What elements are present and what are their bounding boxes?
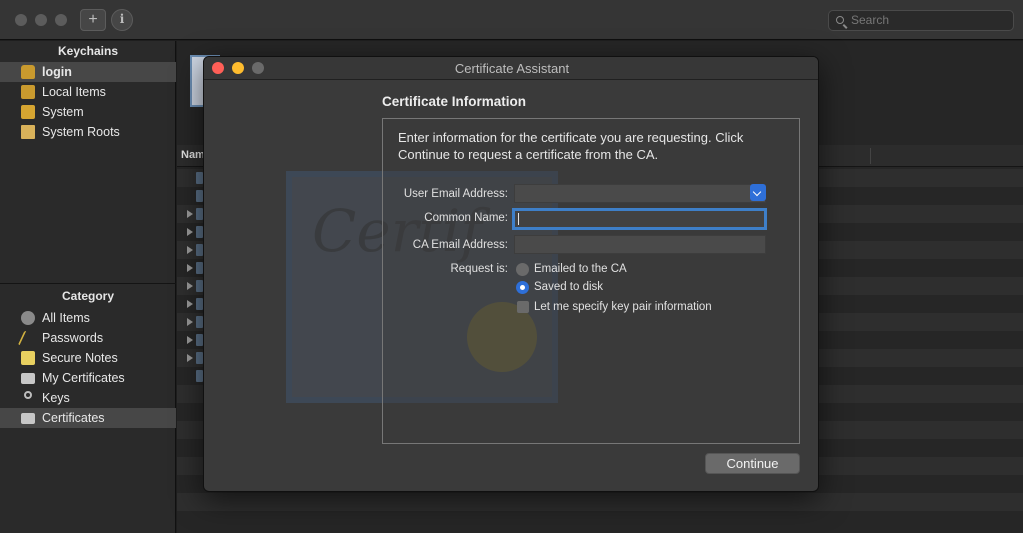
sidebar-item-system[interactable]: System: [0, 102, 176, 122]
note-icon: [21, 351, 35, 365]
sidebar-item-label: All Items: [42, 311, 90, 325]
sidebar-item-all-items[interactable]: All Items: [0, 308, 176, 328]
toolbar: + i Search: [0, 0, 1023, 40]
name-column-header[interactable]: Nam: [181, 149, 205, 161]
saved-to-disk-label: Saved to disk: [534, 281, 604, 293]
request-is-label: Request is:: [450, 263, 508, 275]
search-placeholder: Search: [851, 13, 890, 27]
info-button[interactable]: i: [111, 9, 133, 31]
certificate-icon: [196, 190, 203, 202]
search-input[interactable]: Search: [828, 10, 1014, 31]
common-name-label: Common Name:: [424, 212, 508, 224]
sidebar-item-label: Passwords: [42, 331, 104, 345]
sidebar-item-label: System Roots: [42, 125, 120, 139]
section-title: Certificate Information: [382, 94, 527, 109]
category-header: Category: [61, 289, 114, 303]
lock-closed-icon: [21, 105, 35, 119]
table-row[interactable]: [177, 493, 1023, 511]
certificate-icon: [196, 334, 203, 346]
user-email-combobox[interactable]: [514, 184, 766, 203]
common-name-field[interactable]: [512, 208, 767, 230]
sidebar-item-label: My Certificates: [42, 371, 125, 385]
certificate-icon: [196, 352, 203, 364]
pencil-icon: [17, 331, 33, 345]
table-row[interactable]: [177, 511, 1023, 529]
sidebar-item-keys[interactable]: Keys: [0, 388, 176, 408]
certificate-icon: [21, 373, 35, 384]
sidebar-item-label: login: [42, 65, 72, 79]
column-divider: [870, 148, 871, 164]
sidebar-item-certificates[interactable]: Certificates: [0, 408, 176, 428]
sidebar: Keychains login Local Items System Syste…: [0, 41, 176, 533]
disclosure-triangle-icon[interactable]: [187, 300, 193, 308]
search-icon: [836, 16, 844, 24]
certificate-icon: [196, 262, 203, 274]
continue-button[interactable]: Continue: [705, 453, 800, 474]
close-window-button[interactable]: [15, 14, 27, 26]
certificate-assistant-dialog: Certificate Assistant Certif Certificate…: [203, 56, 819, 492]
disclosure-triangle-icon[interactable]: [187, 264, 193, 272]
lock-open-icon: [21, 85, 35, 99]
sidebar-item-passwords[interactable]: Passwords: [0, 328, 176, 348]
disclosure-triangle-icon[interactable]: [187, 210, 193, 218]
disclosure-triangle-icon[interactable]: [187, 318, 193, 326]
chevron-down-icon[interactable]: [750, 184, 766, 201]
emailed-to-ca-label: Emailed to the CA: [534, 263, 627, 275]
sidebar-item-my-certificates[interactable]: My Certificates: [0, 368, 176, 388]
sidebar-item-label: Local Items: [42, 85, 106, 99]
instructions-text: Enter information for the certificate yo…: [398, 130, 744, 162]
minimize-window-button[interactable]: [35, 14, 47, 26]
disclosure-triangle-icon[interactable]: [187, 246, 193, 254]
user-email-label: User Email Address:: [403, 188, 508, 200]
lock-open-icon: [21, 65, 35, 79]
keychains-header: Keychains: [57, 44, 119, 58]
certificate-icon: [196, 172, 203, 184]
plus-icon: +: [88, 11, 98, 28]
sidebar-item-login[interactable]: login: [0, 62, 176, 82]
specify-key-pair-label: Let me specify key pair information: [534, 301, 712, 313]
certificate-icon: [196, 298, 203, 310]
certificate-icon: [196, 370, 203, 382]
disclosure-triangle-icon[interactable]: [187, 336, 193, 344]
zoom-window-button[interactable]: [55, 14, 67, 26]
add-button[interactable]: +: [80, 9, 106, 31]
certificate-icon: [196, 226, 203, 238]
disclosure-triangle-icon[interactable]: [187, 282, 193, 290]
sidebar-item-label: System: [42, 105, 84, 119]
certificate-icon: [196, 280, 203, 292]
sidebar-item-secure-notes[interactable]: Secure Notes: [0, 348, 176, 368]
emailed-to-ca-radio[interactable]: [516, 263, 529, 276]
folder-icon: [21, 125, 35, 139]
certificate-form: Enter information for the certificate yo…: [382, 118, 800, 444]
sidebar-item-label: Secure Notes: [42, 351, 118, 365]
ca-email-label: CA Email Address:: [412, 239, 508, 251]
sidebar-item-label: Keys: [42, 391, 70, 405]
text-caret: [518, 213, 519, 225]
certificate-icon: [21, 413, 35, 424]
disclosure-triangle-icon[interactable]: [187, 354, 193, 362]
specify-key-pair-checkbox[interactable]: [517, 301, 529, 313]
sidebar-divider: [0, 283, 176, 284]
all-items-icon: [21, 311, 35, 325]
certificate-icon: [196, 316, 203, 328]
info-icon: i: [119, 12, 125, 26]
saved-to-disk-radio[interactable]: [516, 281, 529, 294]
ca-email-field[interactable]: [514, 235, 766, 254]
sidebar-item-system-roots[interactable]: System Roots: [0, 122, 176, 142]
sidebar-item-local-items[interactable]: Local Items: [0, 82, 176, 102]
certificate-icon: [196, 244, 203, 256]
dialog-title: Certificate Assistant: [454, 61, 570, 76]
key-icon: [24, 391, 32, 399]
dialog-titlebar: Certificate Assistant: [204, 57, 818, 80]
certificate-icon: [196, 208, 203, 220]
sidebar-item-label: Certificates: [42, 411, 105, 425]
disclosure-triangle-icon[interactable]: [187, 228, 193, 236]
